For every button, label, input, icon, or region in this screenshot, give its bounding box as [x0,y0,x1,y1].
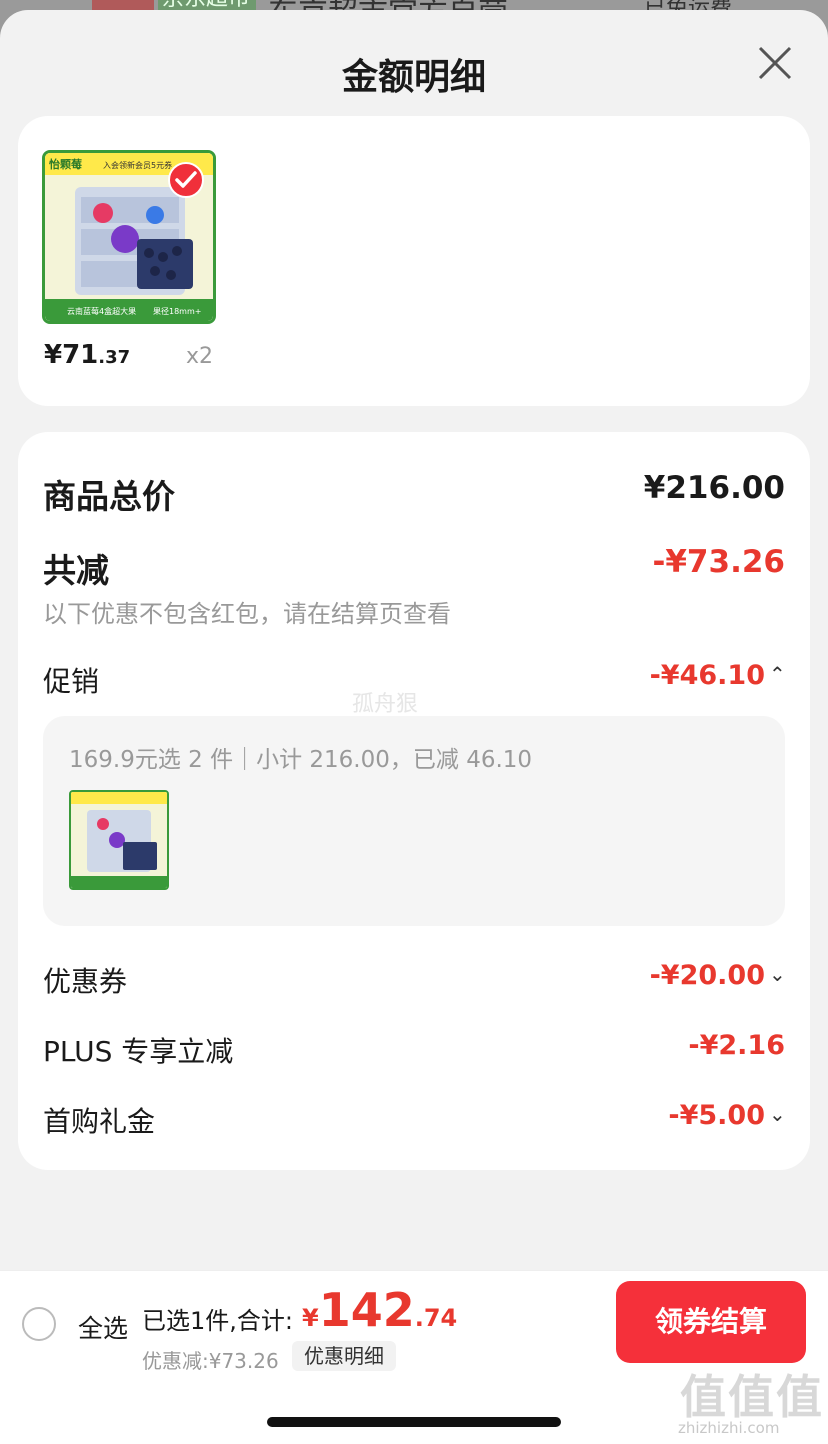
first-purchase-value: -¥5.00 [668,1100,765,1131]
coupon-label: 优惠券 [43,965,128,998]
price-integer: ¥71 [44,340,99,370]
promotion-label: 促销 [43,665,100,698]
promotion-detail-box: 169.9元选 2 件｜小计 216.00，已减 46.10 [43,716,785,926]
total-decimal: .74 [414,1304,458,1332]
chevron-down-icon[interactable]: ⌄ [769,1102,786,1126]
total-price-label: 商品总价 [43,477,175,516]
total-amount: ¥142.74 [302,1283,457,1337]
total-currency: ¥ [302,1304,319,1332]
select-all-radio[interactable] [22,1307,56,1341]
promotion-value-wrap: -¥46.10 ⌃ [649,660,786,691]
promotion-detail-text: 169.9元选 2 件｜小计 216.00，已减 46.10 [69,747,533,773]
promotion-product-thumbnail[interactable] [69,790,169,890]
price-decimal: .37 [98,347,131,368]
total-integer: 142 [318,1283,415,1337]
site-watermark-logo: 值值值 [680,1370,824,1424]
close-button[interactable] [752,40,798,86]
discount-amount-text: 优惠减:¥73.26 [142,1349,279,1373]
total-price-value: ¥216.00 [643,470,785,506]
discount-note: 以下优惠不包含红包，请在结算页查看 [43,600,451,628]
footer-right-text: 果径18mm+ [153,306,201,316]
close-icon [758,46,792,80]
home-indicator[interactable] [267,1417,561,1427]
banner-text: 入会领新会员5元券 [103,160,172,170]
claim-coupon-checkout-button[interactable]: 领券结算 [616,1281,806,1363]
discount-detail-button[interactable]: 优惠明细 [292,1341,396,1371]
first-purchase-label: 首购礼金 [43,1105,156,1138]
sheet-title: 金额明细 [341,57,486,98]
price-detail-card: 商品总价 ¥216.00 共减 -¥73.26 以下优惠不包含红包，请在结算页查… [18,432,810,1170]
coupon-value: -¥20.00 [649,960,765,991]
total-reduced-value: -¥73.26 [652,544,786,580]
plus-discount-value: -¥2.16 [688,1030,785,1061]
product-card: 怡颗莓 入会领新会员5元券 云南蓝莓4盒超大果 果径18mm+ ¥71.37 x… [18,116,810,406]
coupon-value-wrap: -¥20.00 ⌄ [649,960,786,991]
checked-icon[interactable] [168,162,204,198]
total-reduced-label: 共减 [43,551,109,590]
site-watermark-url: zhizhizhi.com [678,1419,780,1437]
promotion-value: -¥46.10 [649,660,765,691]
amount-detail-sheet: 金额明细 怡颗莓 入会领新会员5元券 云南蓝莓4盒超大果 果径18mm+ ¥71… [0,10,828,1444]
chevron-down-icon[interactable]: ⌄ [769,962,786,986]
brand-logo-text: 怡颗莓 [49,157,82,171]
select-all-label[interactable]: 全选 [78,1309,128,1345]
selected-count-text: 已选1件,合计: [142,1307,293,1335]
blueberry-thumbnail-image [71,792,167,888]
checkout-bar: 全选 已选1件,合计: ¥142.74 优惠减:¥73.26 优惠明细 领券结算… [0,1270,828,1444]
chevron-up-icon[interactable]: ⌃ [769,662,786,686]
plus-discount-label: PLUS 专享立减 [43,1035,234,1068]
first-purchase-value-wrap: -¥5.00 ⌄ [668,1100,785,1131]
product-price: ¥71.37 [44,340,130,370]
site-watermark: 值值值 zhizhizhi.com [676,1361,826,1441]
product-quantity: x2 [186,344,214,369]
footer-left-text: 云南蓝莓4盒超大果 [67,306,136,316]
